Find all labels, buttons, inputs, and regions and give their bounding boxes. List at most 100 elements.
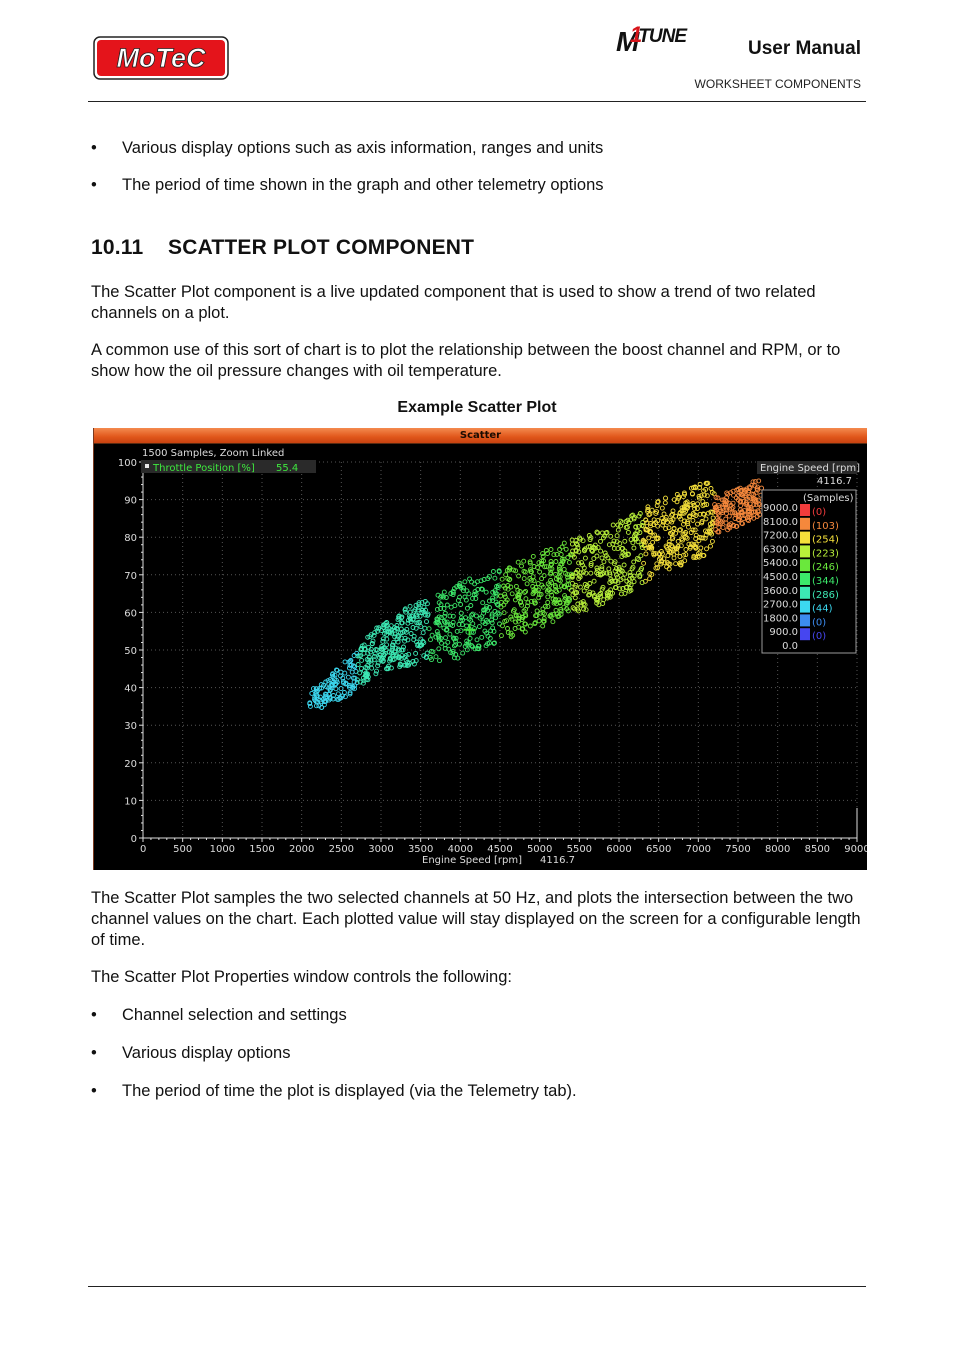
data-point: [641, 560, 647, 566]
data-point: [369, 665, 375, 671]
color-legend-swatch: [800, 586, 810, 599]
data-point: [372, 651, 378, 657]
data-point: [601, 559, 607, 565]
y-tick-label: 0: [131, 834, 137, 845]
x-tick-label: 7000: [686, 844, 711, 855]
color-legend[interactable]: Engine Speed [rpm] 4116.7 (Samples) 9000…: [757, 461, 860, 654]
data-point: [512, 626, 518, 631]
y-tick-label: 100: [118, 458, 137, 469]
data-point: [466, 591, 472, 597]
paragraph: The Scatter Plot component is a live upd…: [91, 283, 816, 322]
color-legend-level: 900.0: [769, 627, 798, 638]
data-point: [516, 573, 522, 579]
data-point: [561, 566, 567, 572]
scatter-chart[interactable]: 0 500 1000 1500 2000 2500 3000 3500 4000 4500 5000…: [94, 444, 867, 870]
x-tick-label: 6000: [606, 844, 631, 855]
data-point: [458, 610, 464, 616]
paragraph: The Scatter Plot Properties window contr…: [91, 968, 512, 986]
color-legend-title: Engine Speed [rpm]: [760, 463, 860, 474]
y-channel-value: 55.4: [276, 463, 298, 474]
color-legend-count: (246): [812, 562, 839, 573]
data-point: [355, 662, 361, 667]
data-point: [458, 602, 464, 607]
data-point: [720, 525, 726, 531]
x-tick-label: 3000: [368, 844, 393, 855]
chart-axes: 0 500 1000 1500 2000 2500 3000 3500 4000 4500 5000…: [118, 458, 867, 855]
y-tick-label: 40: [124, 684, 137, 695]
data-point: [521, 558, 527, 564]
x-tick-label: 2500: [329, 844, 354, 855]
color-legend-swatch: [800, 614, 810, 627]
color-legend-level: 4500.0: [763, 572, 798, 583]
data-point: [723, 520, 729, 526]
data-point: [483, 589, 489, 595]
data-point: [524, 581, 530, 587]
data-point: [708, 486, 714, 491]
color-legend-level: 2700.0: [763, 600, 798, 611]
data-point: [374, 668, 379, 674]
chart-title-bar[interactable]: Scatter: [94, 428, 867, 444]
data-point: [309, 690, 315, 696]
data-point: [606, 566, 612, 572]
data-point: [437, 658, 442, 664]
bullet-icon: •: [91, 139, 97, 157]
color-legend-level: 8100.0: [763, 517, 798, 528]
data-point: [569, 541, 575, 547]
data-point: [565, 555, 571, 560]
x-tick-label: 1000: [210, 844, 235, 855]
data-point: [530, 574, 536, 580]
bullet-icon: •: [91, 1006, 97, 1024]
data-point: [540, 623, 546, 629]
m1tune-logo-tune: TUNE: [638, 26, 687, 47]
data-point: [608, 533, 614, 539]
data-point: [490, 569, 496, 574]
header-divider: [88, 101, 866, 102]
x-tick-label: 5500: [567, 844, 592, 855]
x-tick-label: 6500: [646, 844, 671, 855]
data-point: [519, 563, 524, 569]
data-point: [679, 536, 685, 542]
data-point: [581, 588, 587, 594]
channel-marker-icon: [145, 464, 149, 468]
scatter-plot-component[interactable]: Scatter 0 500 1000 1500 2000 2500 3000 3500 4000…: [93, 428, 867, 870]
paragraph: A common use of this sort of chart is to…: [91, 341, 841, 380]
data-point: [708, 543, 713, 549]
data-point: [456, 641, 462, 647]
figure-caption: Example Scatter Plot: [397, 399, 557, 416]
x-tick-label: 7500: [725, 844, 750, 855]
data-point: [541, 573, 547, 579]
data-point: [646, 535, 652, 541]
bullet-text: Various display options: [122, 1044, 291, 1062]
y-tick-label: 60: [124, 608, 137, 619]
x-tick-label: 8500: [805, 844, 830, 855]
data-point: [598, 538, 603, 544]
data-point: [663, 514, 669, 520]
data-point: [512, 597, 518, 603]
data-point: [489, 617, 495, 623]
data-point: [576, 560, 582, 566]
data-point: [499, 576, 505, 582]
bullet-icon: •: [91, 176, 97, 194]
color-legend-count: (223): [812, 548, 839, 559]
data-point: [563, 546, 569, 552]
data-point: [599, 555, 605, 561]
data-point: [659, 505, 665, 511]
data-point: [342, 659, 348, 665]
data-point: [615, 522, 621, 528]
data-point: [662, 500, 668, 506]
data-point: [663, 495, 668, 501]
data-point: [666, 539, 672, 545]
data-point: [492, 575, 498, 581]
color-legend-count: (44): [812, 604, 833, 615]
data-point: [422, 625, 428, 631]
data-point: [479, 634, 485, 640]
data-point: [540, 553, 546, 559]
data-point: [591, 556, 597, 562]
data-point: [501, 610, 507, 616]
y-tick-label: 80: [124, 533, 137, 544]
data-point: [698, 545, 704, 551]
data-point: [703, 516, 709, 522]
data-point: [615, 527, 621, 533]
data-point: [498, 593, 504, 599]
y-channel-legend[interactable]: Throttle Position [%] 55.4: [141, 460, 316, 474]
